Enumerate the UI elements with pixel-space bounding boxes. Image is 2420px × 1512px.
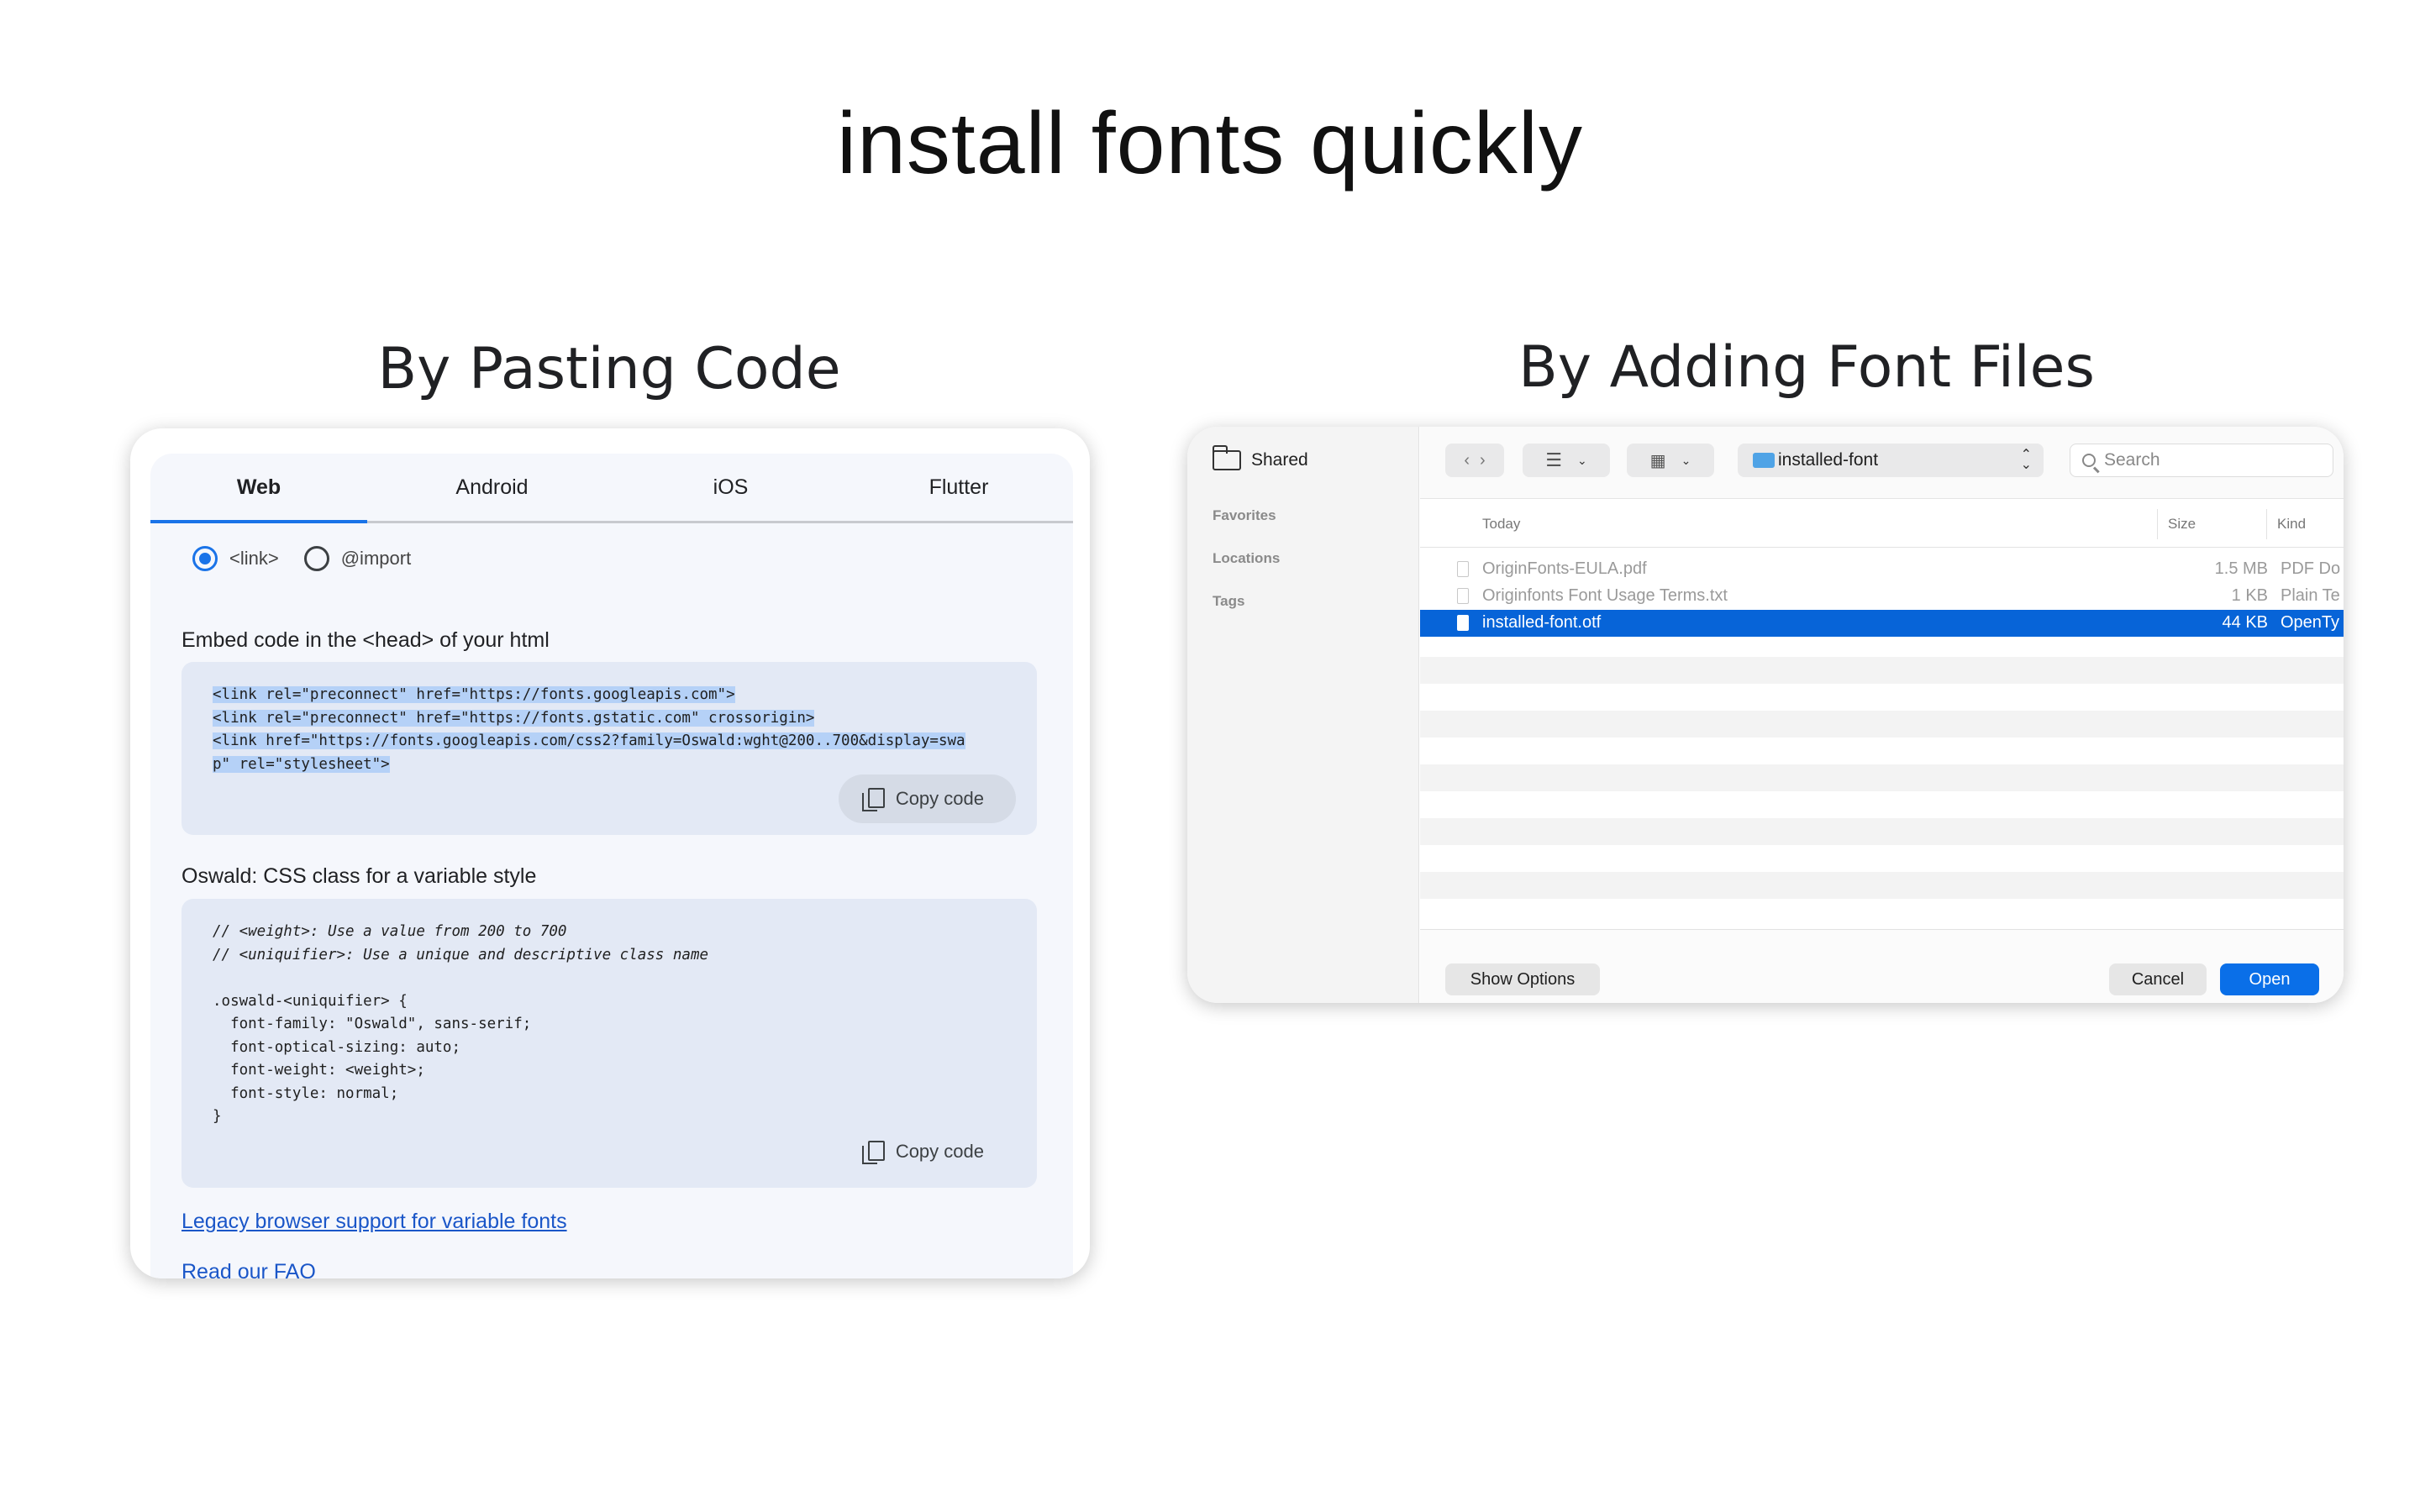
cancel-button[interactable]: Cancel xyxy=(2109,963,2207,995)
code-line: p" rel="stylesheet"> xyxy=(213,755,390,773)
chevron-down-icon: ⌄ xyxy=(1681,453,1691,467)
back-forward-buttons[interactable]: ‹ › xyxy=(1445,444,1504,477)
tab-ios[interactable]: iOS xyxy=(617,454,844,521)
forward-chevron-icon[interactable]: › xyxy=(1480,451,1486,470)
tab-android[interactable]: Android xyxy=(367,454,617,521)
css-class-code: // <weight>: Use a value from 200 to 700… xyxy=(213,921,708,1129)
search-field[interactable]: Search xyxy=(2070,444,2333,477)
file-name: installed-font.otf xyxy=(1482,613,1602,632)
file-list: OriginFonts-EULA.pdf 1.5 MB PDF Do Origi… xyxy=(1420,549,2344,927)
embed-code: <link rel="preconnect" href="https://fon… xyxy=(213,684,965,776)
list-view-button[interactable]: ☰ ⌄ xyxy=(1523,444,1610,477)
shared-folder-icon xyxy=(1212,445,1241,470)
sidebar-item-shared[interactable]: Shared xyxy=(1212,445,1308,470)
list-view-icon: ☰ xyxy=(1545,449,1562,470)
location-label: installed-font xyxy=(1778,450,1879,470)
embed-panel: Web Android iOS Flutter <link> @import E… xyxy=(150,454,1073,1278)
platform-tabs: Web Android iOS Flutter xyxy=(150,454,1073,523)
list-stripe xyxy=(1420,711,2344,738)
show-options-button[interactable]: Show Options xyxy=(1445,963,1600,995)
file-size: 44 KB xyxy=(2222,613,2268,632)
left-section-title: By Pasting Code xyxy=(377,336,841,402)
file-name: Originfonts Font Usage Terms.txt xyxy=(1482,586,1728,605)
code-line: <link href="https://fonts.googleapis.com… xyxy=(213,732,965,749)
copy-icon xyxy=(861,1141,885,1164)
copy-icon xyxy=(861,788,885,811)
text-file-icon xyxy=(1457,588,1469,604)
file-size: 1.5 MB xyxy=(2214,559,2268,578)
list-stripe xyxy=(1420,657,2344,684)
embed-heading: Embed code in the <head> of your html xyxy=(182,628,550,652)
code-line: <link rel="preconnect" href="https://fon… xyxy=(213,686,735,703)
code-line: font-optical-sizing: auto; xyxy=(213,1038,461,1056)
up-down-chevron-icon: ⌃ ⌄ xyxy=(2020,448,2032,472)
sidebar-item-label: Shared xyxy=(1251,450,1308,470)
right-section-title: By Adding Font Files xyxy=(1518,334,2095,401)
code-line: // <uniquifier>: Use a unique and descri… xyxy=(213,946,709,963)
google-fonts-embed-card: Web Android iOS Flutter <link> @import E… xyxy=(130,428,1090,1278)
code-line: font-weight: <weight>; xyxy=(213,1062,425,1079)
copy-embed-code-button[interactable]: Copy code xyxy=(838,774,1016,823)
dialog-sidebar: Shared Favorites Locations Tags xyxy=(1187,427,1419,1003)
copy-label: Copy code xyxy=(895,788,984,809)
column-header-name[interactable]: Today xyxy=(1482,516,1520,533)
radio-import-label[interactable]: @import xyxy=(341,548,411,570)
grid-view-button[interactable]: ▦ ⌄ xyxy=(1627,444,1714,477)
search-placeholder: Search xyxy=(2104,450,2160,470)
copy-label: Copy code xyxy=(895,1141,984,1162)
grid-view-icon: ▦ xyxy=(1649,451,1666,470)
back-chevron-icon[interactable]: ‹ xyxy=(1464,451,1470,470)
radio-link-label[interactable]: <link> xyxy=(229,548,279,570)
location-dropdown[interactable]: installed-font ⌃ ⌄ xyxy=(1738,444,2044,477)
faq-link[interactable]: Read our FAQ xyxy=(182,1260,316,1278)
embed-code-block[interactable]: <link rel="preconnect" href="https://fon… xyxy=(182,662,1037,835)
code-line: .oswald-<uniquifier> { xyxy=(213,992,408,1010)
column-header-kind[interactable]: Kind xyxy=(2266,509,2306,539)
chevron-down-icon: ⌄ xyxy=(1577,453,1587,467)
css-class-code-block[interactable]: // <weight>: Use a value from 200 to 700… xyxy=(182,899,1037,1188)
sidebar-section-tags[interactable]: Tags xyxy=(1213,593,1244,610)
open-button[interactable]: Open xyxy=(2220,963,2319,995)
folder-icon xyxy=(1753,453,1775,468)
file-kind: OpenTy xyxy=(2281,613,2340,632)
file-row-selected[interactable]: installed-font.otf 44 KB OpenTy xyxy=(1420,610,2344,637)
open-file-dialog: Shared Favorites Locations Tags ‹ › ☰ ⌄ … xyxy=(1187,427,2344,1003)
code-line: // <weight>: Use a value from 200 to 700 xyxy=(213,923,567,940)
dialog-footer: Show Options Cancel Open xyxy=(1420,929,2344,1003)
file-row[interactable]: Originfonts Font Usage Terms.txt 1 KB Pl… xyxy=(1420,583,2344,610)
code-line: font-family: "Oswald", sans-serif; xyxy=(213,1016,532,1032)
legacy-support-link[interactable]: Legacy browser support for variable font… xyxy=(182,1210,567,1234)
radio-link[interactable] xyxy=(192,546,218,571)
tab-web[interactable]: Web xyxy=(150,454,367,523)
copy-class-code-button[interactable]: Copy code xyxy=(839,1127,1016,1176)
file-kind: Plain Te xyxy=(2281,586,2340,605)
pdf-file-icon xyxy=(1457,561,1469,577)
code-line: } xyxy=(213,1108,222,1125)
file-name: OriginFonts-EULA.pdf xyxy=(1482,559,1647,578)
embed-type-radio-group: <link> @import xyxy=(192,546,436,571)
list-stripe xyxy=(1420,872,2344,899)
file-list-header: Today Size Kind xyxy=(1420,501,2344,548)
code-line: <link rel="preconnect" href="https://fon… xyxy=(213,709,815,727)
file-size: 1 KB xyxy=(2231,586,2268,605)
font-file-icon xyxy=(1457,615,1469,631)
sidebar-section-locations[interactable]: Locations xyxy=(1213,550,1280,567)
file-row[interactable]: OriginFonts-EULA.pdf 1.5 MB PDF Do xyxy=(1420,556,2344,583)
list-stripe xyxy=(1420,818,2344,845)
column-header-size[interactable]: Size xyxy=(2157,509,2196,539)
file-kind: PDF Do xyxy=(2281,559,2341,578)
main-title: install fonts quickly xyxy=(836,95,1584,192)
list-stripe xyxy=(1420,764,2344,791)
dialog-toolbar: ‹ › ☰ ⌄ ▦ ⌄ installed-font ⌃ ⌄ Search xyxy=(1420,427,2344,499)
sidebar-section-favorites[interactable]: Favorites xyxy=(1213,507,1276,524)
css-class-heading: Oswald: CSS class for a variable style xyxy=(182,864,537,888)
tab-flutter[interactable]: Flutter xyxy=(844,454,1073,521)
code-line: font-style: normal; xyxy=(213,1084,399,1102)
radio-import[interactable] xyxy=(303,546,329,571)
search-icon xyxy=(2082,454,2096,467)
